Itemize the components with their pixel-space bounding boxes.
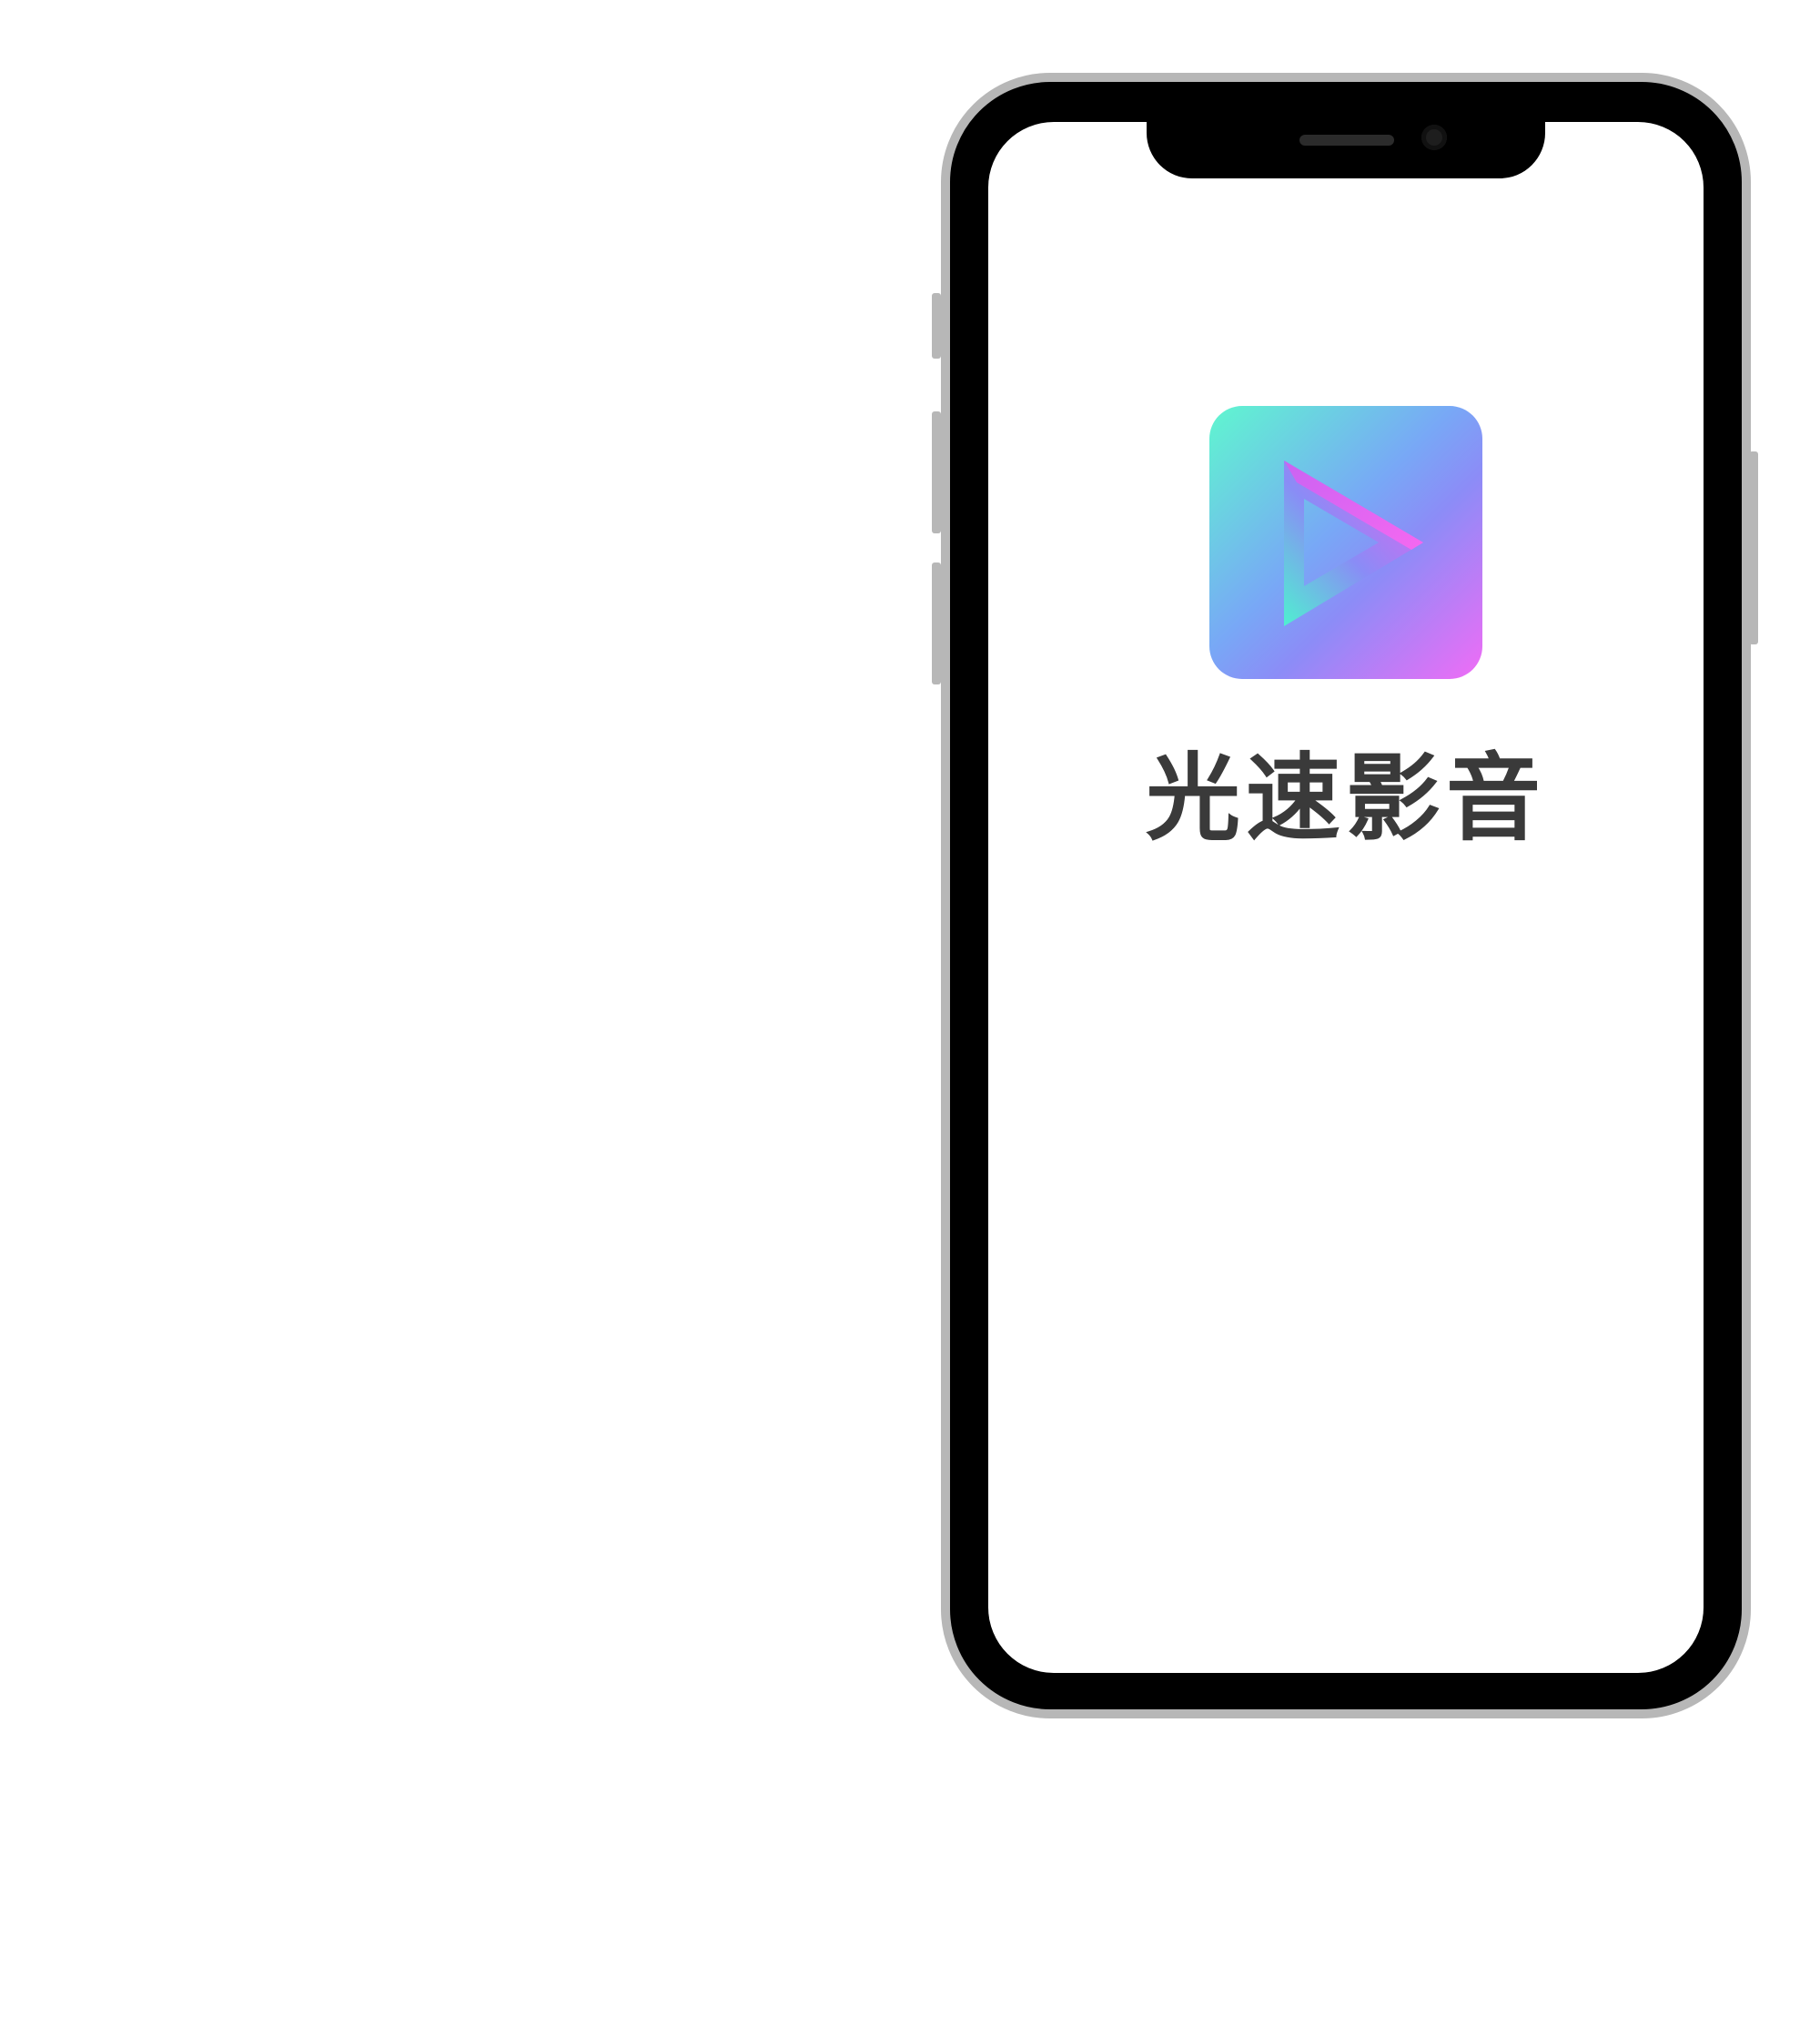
splash-screen [988, 122, 1704, 1673]
volume-up-button [932, 411, 941, 533]
mute-switch [932, 293, 941, 359]
front-camera-icon [1421, 125, 1447, 150]
volume-down-button [932, 563, 941, 684]
app-logo [1209, 406, 1482, 679]
play-icon [1284, 461, 1423, 626]
app-title: 光速影音 [1145, 743, 1546, 854]
earpiece-speaker [1299, 135, 1394, 146]
